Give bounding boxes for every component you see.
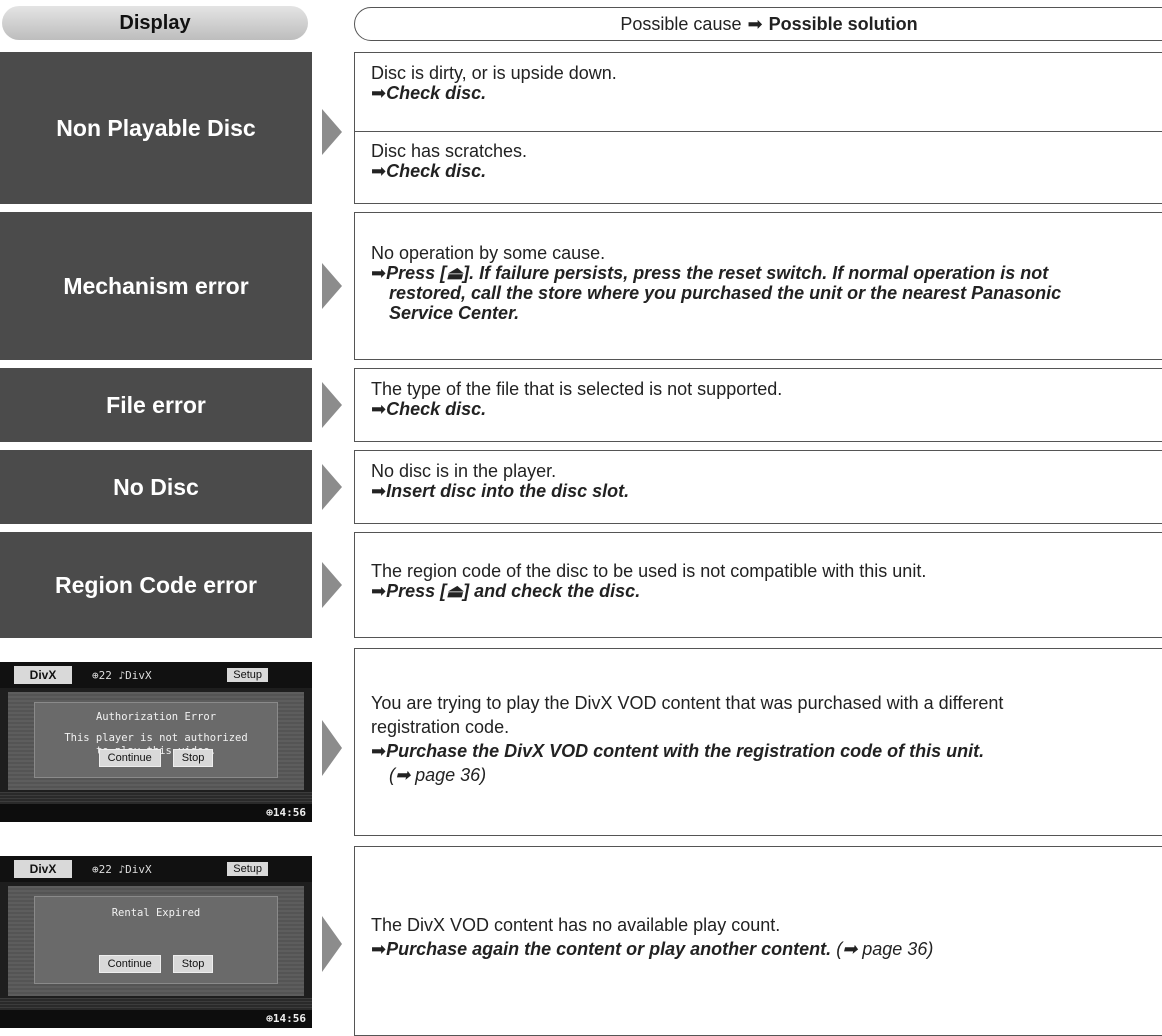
cause-entry: No operation by some cause. ➡Press [⏏]. … bbox=[355, 243, 1162, 323]
screen-clock: ⊕14:56 bbox=[0, 1010, 312, 1028]
divider bbox=[355, 131, 1162, 132]
dialog-spacer bbox=[35, 724, 277, 732]
cause-box-non-playable-disc: Disc is dirty, or is upside down. ➡Check… bbox=[354, 52, 1162, 204]
cause-solution-column-header: Possible cause ➡ Possible solution bbox=[354, 7, 1162, 41]
cause-text: The DivX VOD content has no available pl… bbox=[371, 915, 781, 935]
stop-button: Stop bbox=[172, 955, 214, 973]
solution-text: ➡Purchase the DivX VOD content with the … bbox=[371, 741, 985, 761]
display-label: File error bbox=[106, 391, 206, 418]
display-label: Mechanism error bbox=[63, 272, 249, 299]
display-column-header: Display bbox=[2, 6, 308, 40]
screen-info: ⊕22 ♪DivX bbox=[92, 668, 152, 682]
cause-entry: Disc has scratches. ➡Check disc. bbox=[355, 141, 1162, 181]
cause-entry: The region code of the disc to be used i… bbox=[355, 561, 1162, 601]
display-file-error: File error bbox=[0, 368, 312, 442]
dialog-line: This player is not authorized bbox=[64, 732, 248, 744]
screen-clock: ⊕14:56 bbox=[0, 804, 312, 822]
display-label: Non Playable Disc bbox=[56, 114, 256, 141]
chevron-right-icon bbox=[322, 109, 342, 155]
stop-button: Stop bbox=[172, 749, 214, 767]
chevron-right-icon bbox=[322, 382, 342, 428]
display-label: No Disc bbox=[113, 473, 199, 500]
cause-box-mechanism-error: No operation by some cause. ➡Press [⏏]. … bbox=[354, 212, 1162, 360]
solution-text: Purchase again the content or play anoth… bbox=[386, 939, 832, 959]
continue-button: Continue bbox=[98, 749, 161, 767]
setup-button: Setup bbox=[227, 668, 268, 682]
divx-logo: DivX bbox=[14, 666, 72, 684]
cause-entry: Disc is dirty, or is upside down. ➡Check… bbox=[355, 63, 1162, 103]
screen-status-bar: DivX ⊕22 ♪DivX Setup bbox=[0, 662, 312, 688]
solution-line: ➡Purchase again the content or play anot… bbox=[371, 939, 934, 959]
page-reference: (➡ page 36) bbox=[389, 765, 487, 785]
screen-authorization-error: DivX ⊕22 ♪DivX Setup Authorization Error… bbox=[0, 662, 312, 822]
chevron-right-icon bbox=[322, 562, 342, 608]
solution-text: ➡Press [⏏]. If failure persists, press t… bbox=[371, 263, 1049, 283]
cause-box-no-disc: No disc is in the player. ➡Insert disc i… bbox=[354, 450, 1162, 524]
screen-rental-expired: DivX ⊕22 ♪DivX Setup Rental Expired Cont… bbox=[0, 856, 312, 1028]
dialog-title: Rental Expired bbox=[111, 907, 201, 919]
setup-button: Setup bbox=[227, 862, 268, 876]
cause-entry: The type of the file that is selected is… bbox=[355, 379, 1162, 419]
display-region-code-error: Region Code error bbox=[0, 532, 312, 638]
dialog-panel: Authorization Error This player is not a… bbox=[34, 702, 278, 778]
screen-status-bar: DivX ⊕22 ♪DivX Setup bbox=[0, 856, 312, 882]
solution-text: ➡Press [⏏] and check the disc. bbox=[371, 581, 641, 601]
cause-text-cont: registration code. bbox=[371, 717, 510, 737]
cause-text: Disc has scratches. bbox=[371, 141, 528, 161]
cause-entry: The DivX VOD content has no available pl… bbox=[355, 913, 1162, 961]
solution-text: ➡Check disc. bbox=[371, 399, 487, 419]
cause-box-file-error: The type of the file that is selected is… bbox=[354, 368, 1162, 442]
screen-strip bbox=[0, 792, 312, 804]
solution-text-cont: Service Center. bbox=[389, 303, 520, 323]
divx-logo: DivX bbox=[14, 860, 72, 878]
cause-text: No disc is in the player. bbox=[371, 461, 557, 481]
chevron-right-icon bbox=[322, 464, 342, 510]
screen-body: Authorization Error This player is not a… bbox=[8, 692, 304, 790]
display-label: Region Code error bbox=[55, 571, 257, 598]
cause-entry: You are trying to play the DivX VOD cont… bbox=[355, 691, 1162, 787]
cause-box-authorization-error: You are trying to play the DivX VOD cont… bbox=[354, 648, 1162, 836]
solution-text: ➡Check disc. bbox=[371, 161, 487, 181]
cause-text: You are trying to play the DivX VOD cont… bbox=[371, 693, 1004, 713]
display-no-disc: No Disc bbox=[0, 450, 312, 524]
cause-header-label: Possible cause bbox=[620, 13, 742, 34]
cause-text: No operation by some cause. bbox=[371, 243, 606, 263]
cause-box-region-code-error: The region code of the disc to be used i… bbox=[354, 532, 1162, 638]
solution-text: ➡Check disc. bbox=[371, 83, 487, 103]
chevron-right-icon bbox=[322, 263, 342, 309]
solution-text: ➡Insert disc into the disc slot. bbox=[371, 481, 630, 501]
screen-body: Rental Expired Continue Stop bbox=[8, 886, 304, 996]
solution-header-label: Possible solution bbox=[768, 13, 918, 34]
screen-info: ⊕22 ♪DivX bbox=[92, 862, 152, 876]
arrow-icon: ➡ bbox=[747, 13, 763, 34]
chevron-right-icon bbox=[322, 916, 342, 972]
dialog-title: Authorization Error bbox=[95, 711, 217, 723]
dialog-buttons: Continue Stop bbox=[35, 749, 277, 767]
display-mechanism-error: Mechanism error bbox=[0, 212, 312, 360]
cause-entry: No disc is in the player. ➡Insert disc i… bbox=[355, 461, 1162, 501]
cause-text: Disc is dirty, or is upside down. bbox=[371, 63, 617, 83]
cause-text: The region code of the disc to be used i… bbox=[371, 561, 927, 581]
continue-button: Continue bbox=[98, 955, 161, 973]
page-reference: (➡ page 36) bbox=[836, 939, 934, 959]
cause-text: The type of the file that is selected is… bbox=[371, 379, 783, 399]
screen-strip bbox=[0, 998, 312, 1010]
display-non-playable-disc: Non Playable Disc bbox=[0, 52, 312, 204]
cause-box-rental-expired: The DivX VOD content has no available pl… bbox=[354, 846, 1162, 1036]
chevron-right-icon bbox=[322, 720, 342, 776]
dialog-buttons: Continue Stop bbox=[35, 955, 277, 973]
dialog-panel: Rental Expired Continue Stop bbox=[34, 896, 278, 984]
solution-text-cont: restored, call the store where you purch… bbox=[389, 283, 1062, 303]
